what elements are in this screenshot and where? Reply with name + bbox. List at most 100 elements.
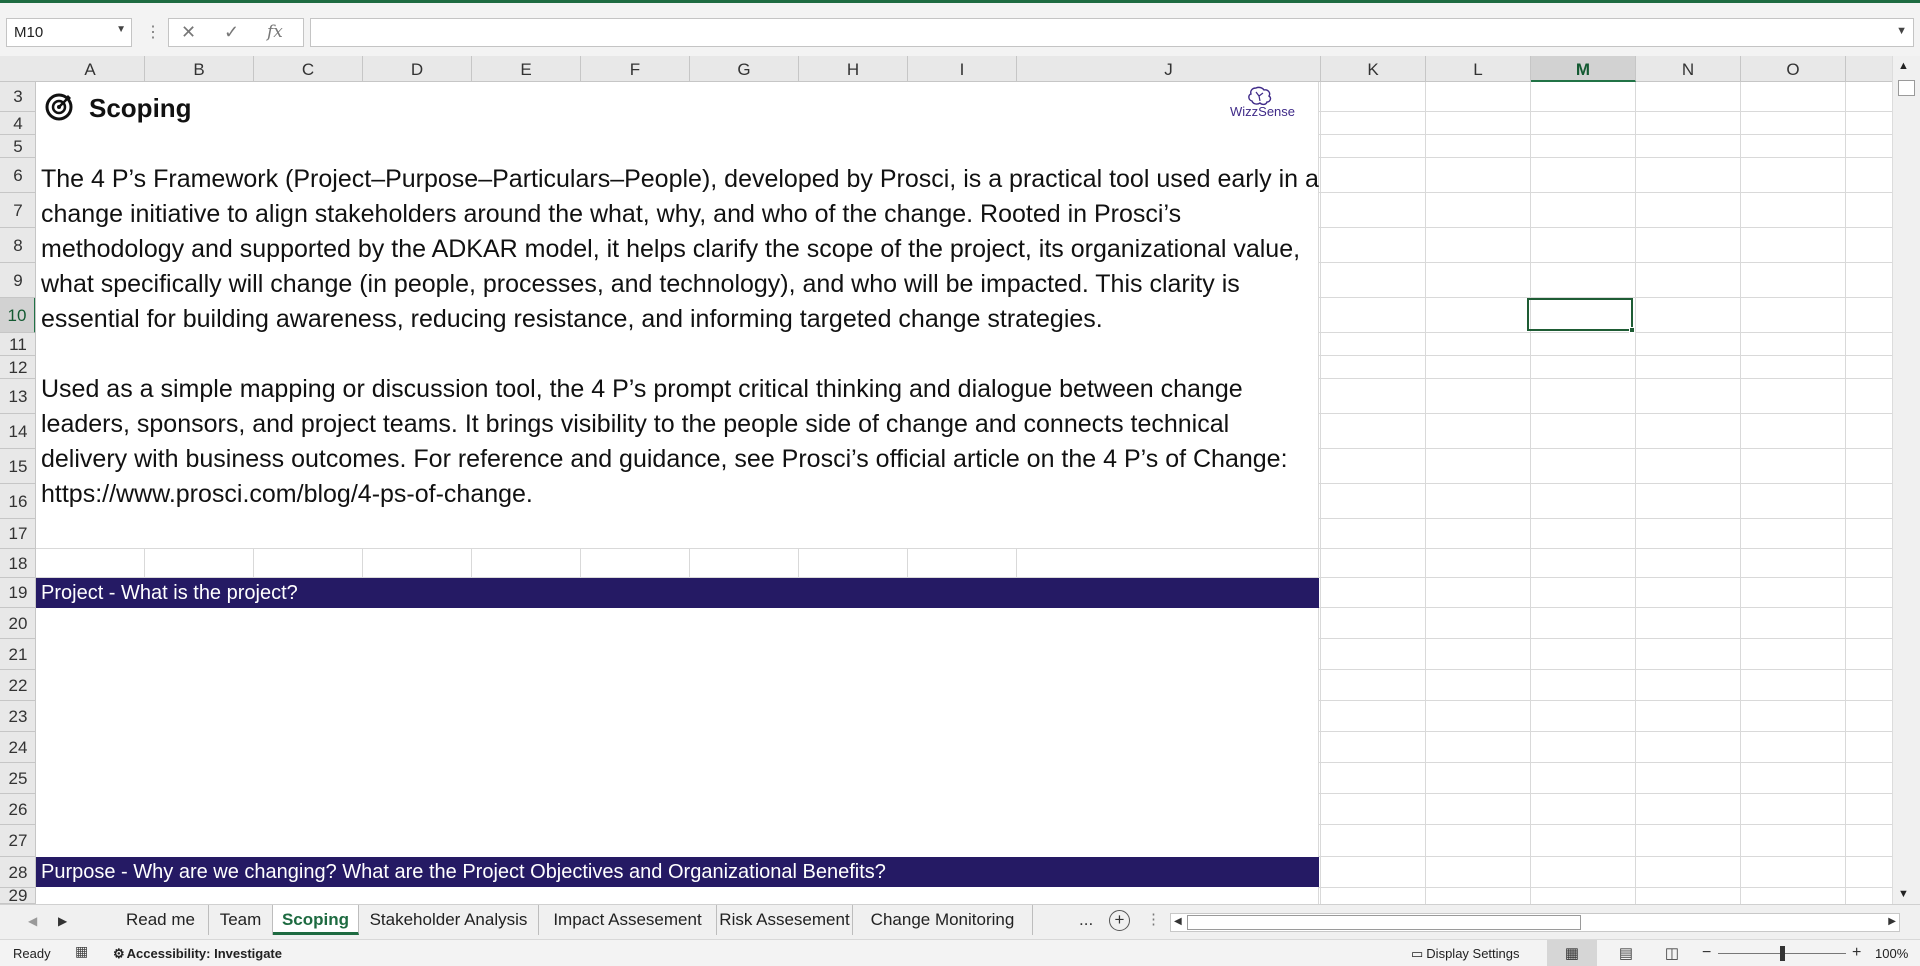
row-header-11[interactable]: 11: [0, 333, 35, 356]
scroll-down-icon[interactable]: ▼: [1898, 888, 1909, 900]
horizontal-scroll-thumb[interactable]: [1187, 915, 1581, 930]
sheet-tabs-bar: ◀ ▶ Read me Team Scoping Stakeholder Analys…: [0, 904, 1920, 939]
row-header-15[interactable]: 15: [0, 449, 35, 484]
row-header-6[interactable]: 6: [0, 158, 35, 193]
vertical-scrollbar[interactable]: ▲ ▼: [1892, 56, 1920, 904]
accessibility-icon: ⚙: [113, 946, 125, 961]
sheet-tab-read-me[interactable]: Read me: [113, 905, 209, 935]
scroll-left-icon[interactable]: ◀: [1174, 916, 1182, 927]
row-header-26[interactable]: 26: [0, 794, 35, 825]
row-header-20[interactable]: 20: [0, 608, 35, 639]
more-sheets-button[interactable]: ...: [1079, 905, 1093, 935]
row-header-24[interactable]: 24: [0, 732, 35, 763]
row-header-3[interactable]: 3: [0, 82, 35, 112]
row-header-8[interactable]: 8: [0, 228, 35, 263]
sheet-tab-scoping[interactable]: Scoping: [273, 905, 359, 935]
column-header-n[interactable]: N: [1636, 56, 1741, 82]
content-panel: Scoping WizzSense The 4 P’s Framework (P…: [36, 82, 1319, 904]
status-ready: Ready: [13, 946, 51, 961]
column-header-h[interactable]: H: [799, 56, 908, 82]
row-header-14[interactable]: 14: [0, 414, 35, 449]
column-header-j[interactable]: J: [1017, 56, 1321, 82]
row-header-19[interactable]: 19: [0, 578, 35, 608]
row-header-10[interactable]: 10: [0, 298, 35, 333]
enter-icon[interactable]: ✓: [224, 22, 239, 43]
sheet-tab-team[interactable]: Team: [209, 905, 273, 935]
cancel-icon[interactable]: ✕: [181, 22, 196, 43]
chevron-down-icon[interactable]: ▼: [116, 24, 126, 35]
zoom-level[interactable]: 100%: [1875, 946, 1908, 961]
row-header-16[interactable]: 16: [0, 484, 35, 519]
row-header-7[interactable]: 7: [0, 193, 35, 228]
more-options-icon[interactable]: ⋮: [145, 22, 161, 42]
row-header-17[interactable]: 17: [0, 519, 35, 549]
row-header-29[interactable]: 29: [0, 887, 35, 904]
page-layout-view-icon[interactable]: ▤: [1611, 940, 1641, 966]
scroll-up-icon[interactable]: ▲: [1898, 60, 1909, 72]
fill-handle[interactable]: [1629, 327, 1635, 333]
row-header-5[interactable]: 5: [0, 135, 35, 158]
display-settings[interactable]: ▭ Display Settings: [1411, 946, 1520, 962]
formula-bar: M10 ▼ ⋮ ✕ ✓ fx ▼: [0, 0, 1920, 56]
column-header-e[interactable]: E: [472, 56, 581, 82]
zoom-out-icon[interactable]: −: [1702, 944, 1711, 962]
column-header-f[interactable]: F: [581, 56, 690, 82]
column-header-o[interactable]: O: [1741, 56, 1846, 82]
formula-buttons: ✕ ✓ fx: [168, 18, 304, 47]
row-header-28[interactable]: 28: [0, 857, 35, 888]
sheet-tab-risk-assesement[interactable]: Risk Assesement: [717, 905, 853, 935]
zoom-slider-thumb[interactable]: [1780, 946, 1785, 961]
insert-function-icon[interactable]: fx: [267, 22, 283, 42]
framework-description: The 4 P’s Framework (Project–Purpose–Par…: [41, 165, 1319, 333]
zoom-in-icon[interactable]: +: [1852, 944, 1861, 962]
column-header-b[interactable]: B: [145, 56, 254, 82]
scroll-right-icon[interactable]: ▶: [1888, 916, 1896, 927]
accessibility-label: Accessibility: Investigate: [126, 946, 282, 961]
accessibility-status[interactable]: ⚙ Accessibility: Investigate: [113, 946, 282, 962]
row-header-22[interactable]: 22: [0, 670, 35, 701]
selected-cell[interactable]: [1527, 298, 1635, 333]
status-bar: Ready ▦ ⚙ Accessibility: Investigate ▭ Dis…: [0, 939, 1920, 966]
prev-sheet-icon[interactable]: ◀: [28, 914, 37, 928]
target-gear-icon: [45, 93, 73, 121]
row-header-4[interactable]: 4: [0, 112, 35, 135]
display-settings-label: Display Settings: [1426, 946, 1520, 961]
column-header-a[interactable]: A: [36, 56, 145, 82]
normal-view-icon[interactable]: ▦: [1547, 940, 1597, 966]
row-header-21[interactable]: 21: [0, 639, 35, 670]
worksheet-grid[interactable]: Scoping WizzSense The 4 P’s Framework (P…: [36, 82, 1892, 904]
excel-window: M10 ▼ ⋮ ✕ ✓ fx ▼ ABCDEFGHIJKLMNO 3456789…: [0, 0, 1920, 966]
row-header-13[interactable]: 13: [0, 379, 35, 414]
row-header-25[interactable]: 25: [0, 763, 35, 794]
horizontal-scrollbar[interactable]: ◀ ▶: [1170, 913, 1900, 932]
monitor-icon: ▭: [1411, 946, 1424, 961]
formula-input[interactable]: ▼: [310, 18, 1914, 47]
row-header-12[interactable]: 12: [0, 356, 35, 379]
sheet-tab-stakeholder-analysis[interactable]: Stakeholder Analysis: [359, 905, 539, 935]
page-break-view-icon[interactable]: ◫: [1657, 940, 1687, 966]
row-header-27[interactable]: 27: [0, 825, 35, 857]
column-header-c[interactable]: C: [254, 56, 363, 82]
sheet-tab-change-monitoring[interactable]: Change Monitoring: [853, 905, 1033, 935]
add-sheet-icon[interactable]: +: [1109, 910, 1130, 931]
column-header-d[interactable]: D: [363, 56, 472, 82]
expand-formula-bar-icon[interactable]: ▼: [1896, 25, 1907, 37]
column-header-l[interactable]: L: [1426, 56, 1531, 82]
column-header-m[interactable]: M: [1531, 56, 1636, 82]
row-header-23[interactable]: 23: [0, 701, 35, 732]
sheet-title: Scoping: [89, 93, 192, 123]
purpose-section-header: Purpose - Why are we changing? What are …: [36, 857, 1319, 887]
tab-splitter-icon[interactable]: ⋮: [1146, 910, 1161, 928]
next-sheet-icon[interactable]: ▶: [58, 914, 67, 928]
column-headers: ABCDEFGHIJKLMNO: [0, 56, 1892, 82]
column-header-g[interactable]: G: [690, 56, 799, 82]
row-header-18[interactable]: 18: [0, 549, 35, 578]
name-box[interactable]: M10 ▼: [6, 18, 132, 47]
vertical-scroll-thumb[interactable]: [1898, 80, 1915, 96]
logo-text: WizzSense: [1230, 104, 1296, 119]
sheet-tab-impact-assesement[interactable]: Impact Assesement: [539, 905, 717, 935]
column-header-k[interactable]: K: [1321, 56, 1426, 82]
row-header-9[interactable]: 9: [0, 263, 35, 298]
macro-recorder-icon[interactable]: ▦: [75, 943, 88, 960]
column-header-i[interactable]: I: [908, 56, 1017, 82]
